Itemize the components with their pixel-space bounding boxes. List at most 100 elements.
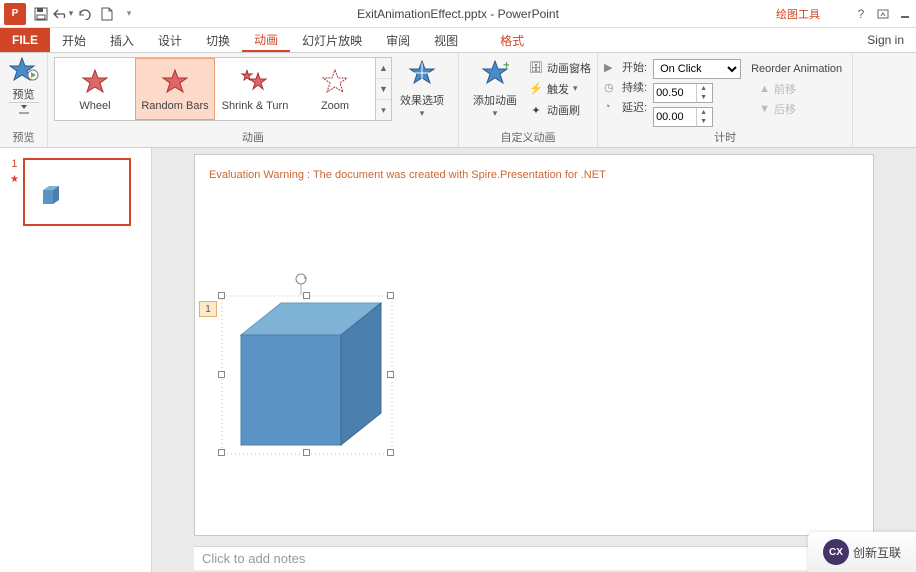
spin-up-icon[interactable]: ▲	[697, 108, 710, 117]
ribbon-display-icon[interactable]	[872, 3, 894, 25]
delay-stepper[interactable]: ▲▼	[653, 107, 713, 127]
trigger-icon: ⚡	[529, 82, 543, 96]
preview-dropdown-icon[interactable]	[9, 102, 39, 120]
undo-icon[interactable]: ▾	[52, 3, 74, 25]
selection-handle[interactable]	[303, 449, 310, 456]
group-label-preview: 预览	[6, 129, 41, 147]
add-animation-button[interactable]: + 添加动画 ▾	[465, 57, 525, 121]
tab-home[interactable]: 开始	[50, 28, 98, 52]
preview-button[interactable]: 预览	[9, 57, 39, 120]
window-title: ExitAnimationEffect.pptx - PowerPoint	[140, 7, 776, 21]
new-file-icon[interactable]	[96, 3, 118, 25]
effect-options-button[interactable]: 效果选项 ▾	[392, 57, 452, 121]
selection-handle[interactable]	[387, 371, 394, 378]
duration-clock-icon: ◷	[604, 81, 618, 94]
tab-slideshow[interactable]: 幻灯片放映	[290, 28, 374, 52]
gallery-more-icon[interactable]: ▾	[376, 100, 391, 120]
start-label: 开始:	[622, 59, 647, 75]
slide-number: 1	[11, 158, 17, 170]
move-earlier-button[interactable]: ▲前移	[747, 79, 846, 99]
group-label-advanced: 自定义动画	[465, 129, 591, 147]
chevron-down-icon: ▾	[420, 108, 425, 119]
tab-review[interactable]: 审阅	[374, 28, 422, 52]
effect-options-label: 效果选项	[400, 92, 444, 108]
watermark-badge: CX 创新互联	[808, 532, 916, 572]
animation-order-tag[interactable]: 1	[199, 301, 217, 317]
selection-handle[interactable]	[218, 371, 225, 378]
gallery-scroll: ▲ ▼ ▾	[376, 57, 392, 121]
selection-handle[interactable]	[387, 449, 394, 456]
tab-format[interactable]: 格式	[488, 28, 536, 52]
svg-text:+: +	[503, 59, 509, 72]
spin-down-icon[interactable]: ▼	[697, 93, 710, 102]
triangle-up-icon: ▲	[759, 83, 770, 95]
triangle-down-icon: ▼	[759, 103, 770, 115]
tab-design[interactable]: 设计	[146, 28, 194, 52]
duration-input[interactable]	[654, 87, 696, 99]
watermark-logo-icon: CX	[823, 539, 849, 565]
trigger-button[interactable]: ⚡触发 ▾	[529, 81, 591, 97]
tab-file[interactable]: FILE	[0, 28, 50, 52]
slide-edit-area: Evaluation Warning : The document was cr…	[152, 148, 916, 572]
effect-options-star-icon	[408, 59, 436, 90]
gallery-label: Shrink & Turn	[222, 100, 289, 112]
group-label-animation: 动画	[54, 129, 452, 147]
cube-shape[interactable]	[221, 295, 393, 458]
animation-painter-label: 动画刷	[547, 102, 580, 118]
move-later-button[interactable]: ▼ 后移	[747, 99, 846, 119]
tab-insert[interactable]: 插入	[98, 28, 146, 52]
chevron-down-icon: ▾	[493, 108, 498, 119]
selection-handle[interactable]	[218, 292, 225, 299]
animation-painter-button[interactable]: ✦动画刷	[529, 102, 591, 118]
ribbon-tabs: FILE 开始 插入 设计 切换 动画 幻灯片放映 审阅 视图 格式 Sign …	[0, 28, 916, 53]
chevron-down-icon: ▾	[573, 83, 578, 94]
gallery-label: Random Bars	[141, 100, 208, 112]
spin-up-icon[interactable]: ▲	[697, 84, 710, 93]
duration-stepper[interactable]: ▲▼	[653, 83, 713, 103]
gallery-down-icon[interactable]: ▼	[376, 79, 391, 100]
notes-pane[interactable]: Click to add notes	[194, 546, 874, 570]
animation-gallery: Wheel Random Bars Shrink & Turn Zoom	[54, 57, 376, 121]
help-icon[interactable]: ?	[850, 3, 872, 25]
animation-pane-button[interactable]: 🗄动画窗格	[529, 60, 591, 76]
gallery-item-shrink-turn[interactable]: Shrink & Turn	[215, 58, 295, 120]
delay-label: 延迟:	[622, 99, 647, 115]
evaluation-warning-text: Evaluation Warning : The document was cr…	[195, 155, 873, 181]
preview-label: 预览	[13, 86, 35, 102]
zoom-star-icon	[322, 66, 348, 98]
preview-star-icon	[9, 57, 39, 85]
group-label-timing: 计时	[604, 129, 846, 147]
pane-icon: 🗄	[529, 61, 543, 75]
selection-handle[interactable]	[218, 449, 225, 456]
add-animation-label: 添加动画	[473, 92, 517, 108]
gallery-item-zoom[interactable]: Zoom	[295, 58, 375, 120]
random-bars-star-icon	[162, 66, 188, 98]
qat-customize-icon[interactable]: ▾	[118, 3, 140, 25]
redo-icon[interactable]	[74, 3, 96, 25]
slide-thumbnail-1[interactable]	[23, 158, 131, 226]
thumbnail-cube-icon	[39, 184, 63, 209]
save-icon[interactable]	[30, 3, 52, 25]
start-select[interactable]: On Click	[653, 59, 741, 79]
contextual-tab-label: 绘图工具	[776, 6, 820, 22]
animation-indicator-icon: ★	[10, 174, 19, 185]
tab-animations[interactable]: 动画	[242, 28, 290, 52]
minimize-icon[interactable]	[894, 3, 916, 25]
delay-input[interactable]	[654, 111, 696, 123]
spin-down-icon[interactable]: ▼	[697, 117, 710, 126]
tab-view[interactable]: 视图	[422, 28, 470, 52]
sign-in-link[interactable]: Sign in	[855, 28, 916, 52]
selection-handle[interactable]	[387, 292, 394, 299]
selection-handle[interactable]	[303, 292, 310, 299]
shrink-turn-star-icon	[240, 66, 270, 98]
move-later-label: 后移	[774, 101, 796, 117]
watermark-text: 创新互联	[853, 544, 901, 561]
title-bar: P ▾ ▾ ExitAnimationEffect.pptx - PowerPo…	[0, 0, 916, 28]
slide-canvas[interactable]: Evaluation Warning : The document was cr…	[194, 154, 874, 536]
tab-transitions[interactable]: 切换	[194, 28, 242, 52]
gallery-item-random-bars[interactable]: Random Bars	[135, 58, 215, 120]
start-play-icon: ▶	[604, 61, 618, 74]
powerpoint-icon: P	[4, 3, 26, 25]
gallery-up-icon[interactable]: ▲	[376, 58, 391, 79]
gallery-item-wheel[interactable]: Wheel	[55, 58, 135, 120]
